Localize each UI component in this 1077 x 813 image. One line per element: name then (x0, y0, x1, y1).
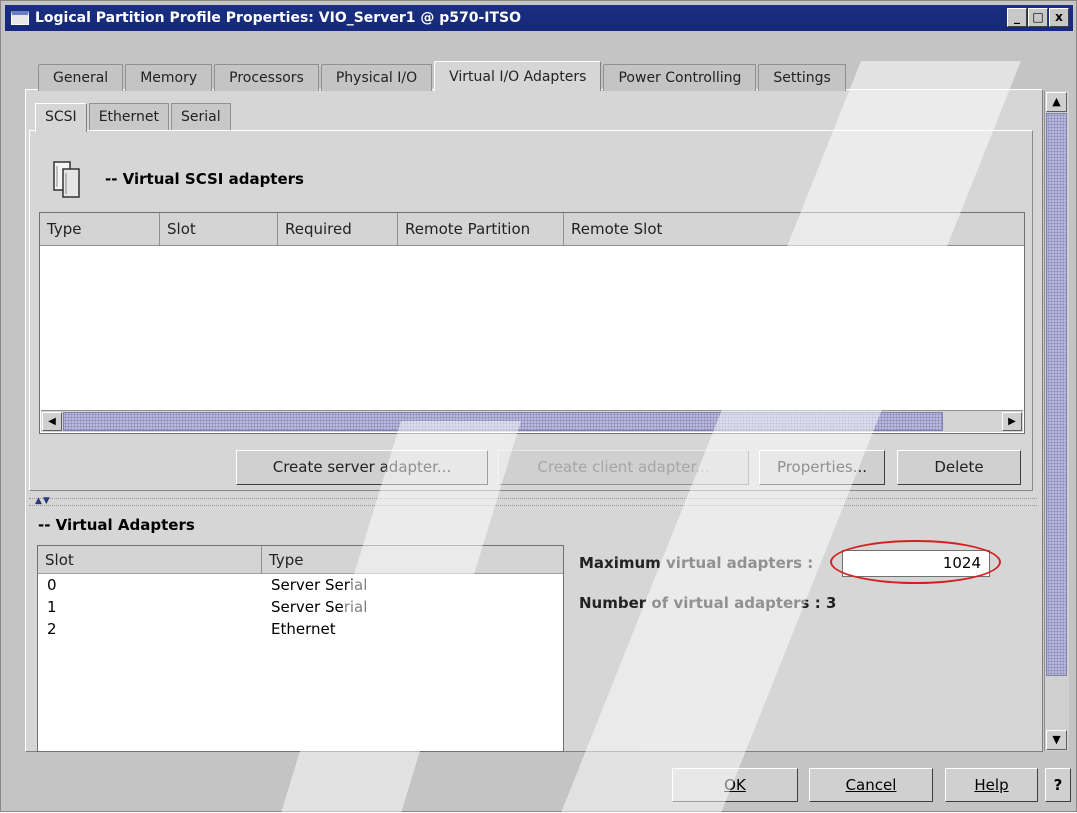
title-bar[interactable]: Logical Partition Profile Properties: VI… (5, 5, 1073, 31)
subtab-scsi[interactable]: SCSI (35, 103, 87, 132)
horizontal-scroll-thumb[interactable] (63, 412, 943, 431)
tab-physical-io[interactable]: Physical I/O (320, 64, 433, 91)
close-button[interactable]: x (1049, 8, 1069, 27)
divider-arrows-icon[interactable]: ▲▼ (35, 496, 51, 506)
max-adapters-label: Maximum virtual adapters : (579, 554, 814, 572)
table-row[interactable]: 0 Server Serial (38, 574, 563, 596)
tab-general[interactable]: General (38, 64, 124, 91)
main-tab-strip: General Memory Processors Physical I/O V… (38, 61, 848, 91)
scroll-left-icon[interactable]: ◀ (42, 412, 62, 431)
slot-cell: 2 (47, 620, 57, 638)
maximize-button[interactable]: □ (1028, 8, 1048, 27)
horizontal-scrollbar[interactable]: ◀ ▶ (41, 410, 1023, 432)
help-label: Help (974, 776, 1009, 794)
adapter-count-label: Number of virtual adapters : 3 (579, 594, 836, 612)
vertical-scroll-thumb[interactable] (1046, 113, 1067, 676)
column-header-type[interactable]: Type (40, 213, 160, 245)
properties-button[interactable]: Properties... (759, 450, 885, 485)
minimize-button[interactable]: _ (1007, 8, 1027, 27)
ok-button[interactable]: OK (672, 768, 798, 802)
window-icon (11, 11, 29, 25)
type-cell: Server Serial (271, 576, 368, 594)
column-header-remote-slot[interactable]: Remote Slot (564, 213, 1024, 245)
type-cell: Server Serial (271, 598, 368, 616)
cancel-label: Cancel (845, 776, 897, 794)
slot-cell: 1 (47, 598, 57, 616)
virtual-adapters-header: Slot Type (38, 546, 563, 574)
subtab-ethernet[interactable]: Ethernet (88, 103, 169, 130)
column-header-type[interactable]: Type (262, 546, 563, 573)
scroll-down-icon[interactable]: ▼ (1046, 730, 1067, 750)
column-header-slot[interactable]: Slot (38, 546, 262, 573)
subtab-serial[interactable]: Serial (171, 103, 231, 130)
tab-memory[interactable]: Memory (125, 64, 213, 91)
highlight-ellipse (830, 540, 1001, 584)
adapter-count-value: 3 (825, 594, 837, 612)
vertical-scrollbar[interactable]: ▲ ▼ (1044, 91, 1069, 751)
create-client-adapter-button[interactable]: Create client adapter... (498, 450, 749, 485)
tab-settings[interactable]: Settings (758, 64, 846, 91)
column-header-required[interactable]: Required (278, 213, 398, 245)
delete-button[interactable]: Delete (897, 450, 1021, 485)
type-cell: Ethernet (271, 620, 336, 638)
create-server-adapter-button[interactable]: Create server adapter... (236, 450, 488, 485)
dialog-window: Logical Partition Profile Properties: VI… (0, 0, 1077, 813)
virtual-adapters-heading: -- Virtual Adapters (38, 516, 195, 534)
context-help-button[interactable]: ? (1045, 768, 1071, 802)
tab-power-controlling[interactable]: Power Controlling (603, 64, 757, 91)
window-title: Logical Partition Profile Properties: VI… (35, 10, 522, 26)
column-header-remote-partition[interactable]: Remote Partition (398, 213, 564, 245)
sub-tab-strip: SCSI Ethernet Serial (35, 103, 233, 132)
scsi-heading: -- Virtual SCSI adapters (105, 170, 304, 188)
cancel-button[interactable]: Cancel (809, 768, 933, 802)
slot-cell: 0 (47, 576, 57, 594)
tab-processors[interactable]: Processors (214, 64, 319, 91)
table-row[interactable]: 1 Server Serial (38, 596, 563, 618)
scsi-table-header: Type Slot Required Remote Partition Remo… (40, 213, 1024, 246)
scsi-adapter-icon (53, 161, 80, 198)
table-row[interactable]: 2 Ethernet (38, 618, 563, 640)
column-header-slot[interactable]: Slot (160, 213, 278, 245)
scroll-up-icon[interactable]: ▲ (1046, 92, 1067, 112)
tab-virtual-io-adapters[interactable]: Virtual I/O Adapters (434, 61, 602, 91)
adapter-count-label-text: Number of virtual adapters : (579, 594, 821, 612)
scroll-right-icon[interactable]: ▶ (1002, 412, 1022, 431)
split-pane-divider[interactable] (29, 498, 1037, 506)
scsi-adapter-table[interactable]: Type Slot Required Remote Partition Remo… (39, 212, 1025, 434)
virtual-adapters-table[interactable]: Slot Type 0 Server Serial 1 Server Seria… (37, 545, 564, 752)
help-button[interactable]: Help (945, 768, 1038, 802)
ok-label: OK (724, 776, 746, 794)
